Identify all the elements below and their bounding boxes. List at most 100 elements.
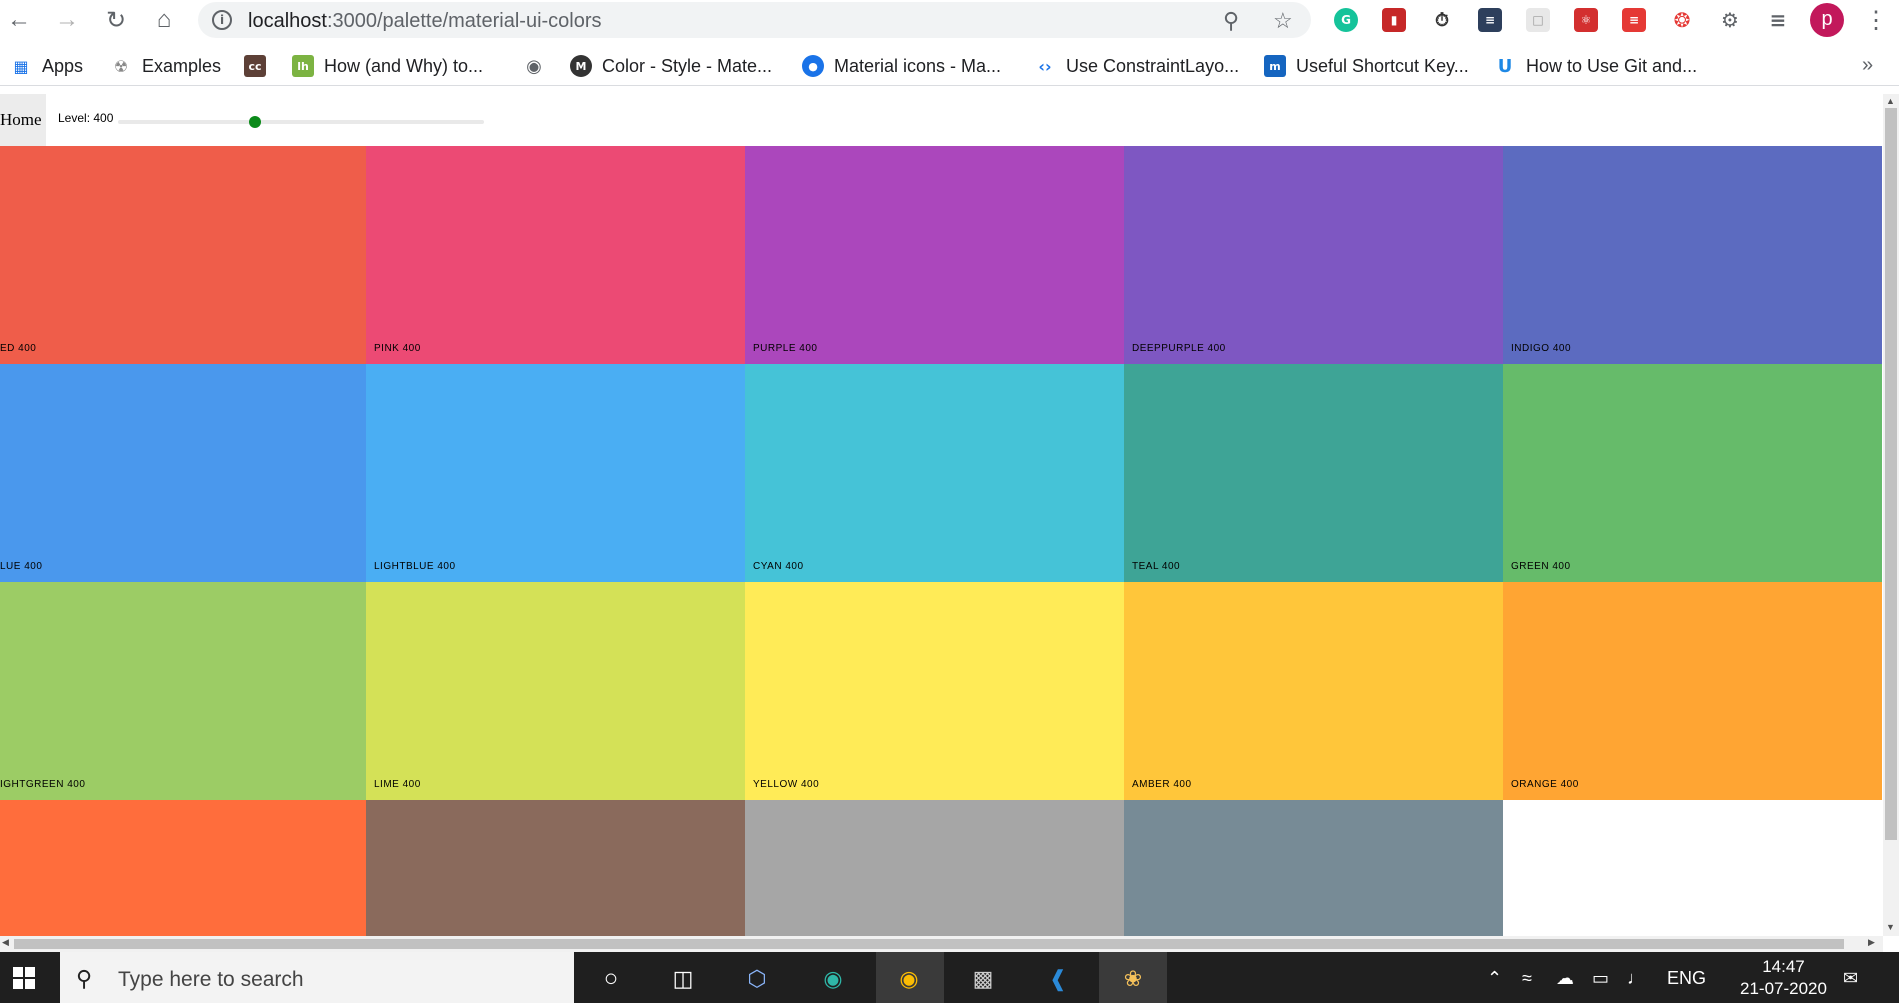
color-box-label: CYAN 400 xyxy=(753,561,804,572)
u-icon: U xyxy=(1497,55,1513,77)
color-box[interactable]: PINK 400 xyxy=(366,146,745,364)
forward-arrow-icon[interactable]: → xyxy=(52,5,82,35)
bookmark-color-style[interactable]: M Color - Style - Mate... xyxy=(570,54,772,78)
bookmark-apps[interactable]: ▦ Apps xyxy=(10,54,83,78)
scroll-right-icon[interactable]: ▶ xyxy=(1868,937,1875,948)
level-slider[interactable] xyxy=(118,116,484,128)
color-box-label: DEEPPURPLE 400 xyxy=(1132,343,1226,354)
color-box[interactable]: TEAL 400 xyxy=(1124,364,1503,582)
color-box[interactable]: INDIGO 400 xyxy=(1503,146,1882,364)
m-icon: m xyxy=(1264,55,1286,77)
notifications-icon[interactable]: ✉ xyxy=(1843,968,1858,989)
color-box[interactable]: LIME 400 xyxy=(366,582,745,800)
vertical-scrollbar[interactable]: ▲ ▼ xyxy=(1883,94,1899,936)
more-menu-icon[interactable]: ⋮ xyxy=(1864,6,1888,35)
bookmark-shortcut-keys[interactable]: m Useful Shortcut Key... xyxy=(1264,54,1469,78)
react-extension-icon[interactable]: ⚛ xyxy=(1574,8,1598,32)
vscode-icon[interactable]: ❰ xyxy=(1043,964,1073,994)
vertical-scroll-thumb[interactable] xyxy=(1885,108,1897,840)
color-box[interactable]: DEEPPURPLE 400 xyxy=(1124,146,1503,364)
clock-date: 21-07-2020 xyxy=(1740,979,1827,998)
color-box[interactable] xyxy=(745,800,1124,936)
clipboard-extension-icon[interactable]: □ xyxy=(1526,8,1550,32)
color-box-label: ORANGE 400 xyxy=(1511,779,1579,790)
bookmarks-bar: ▦ Apps ☢ Examples cc lh How (and Why) to… xyxy=(0,46,1899,86)
color-box-label: LUE 400 xyxy=(0,561,43,572)
windows-taskbar: ⚲ Type here to search ○ ◫ ⬡ ◉ ◉ ▩ ❰ ❀ ⌃ … xyxy=(0,952,1899,1003)
color-box[interactable]: AMBER 400 xyxy=(1124,582,1503,800)
color-box-label: LIME 400 xyxy=(374,779,421,790)
media-queue-icon[interactable]: ≡ xyxy=(1766,8,1790,32)
level-slider-handle[interactable] xyxy=(249,116,262,128)
battery-icon[interactable]: ▭ xyxy=(1592,968,1609,989)
color-box[interactable]: ED 400 xyxy=(0,146,366,364)
scroll-up-icon[interactable]: ▲ xyxy=(1886,96,1895,106)
bookmark-star-icon[interactable]: ☆ xyxy=(1273,8,1293,34)
bookmark-git[interactable]: U How to Use Git and... xyxy=(1494,54,1697,78)
bookmark-globe[interactable]: ◉ xyxy=(523,54,545,78)
bookmark-constraintlayout[interactable]: ‹› Use ConstraintLayo... xyxy=(1034,54,1239,78)
todoist-extension-icon[interactable]: ≡ xyxy=(1622,8,1646,32)
color-box[interactable]: ORANGE 400 xyxy=(1503,582,1882,800)
color-box-label: GREEN 400 xyxy=(1511,561,1571,572)
windows-start-icon[interactable] xyxy=(0,952,48,1003)
color-box[interactable]: LIGHTBLUE 400 xyxy=(366,364,745,582)
color-box[interactable]: LUE 400 xyxy=(0,364,366,582)
server-extension-icon[interactable]: ≡ xyxy=(1478,8,1502,32)
horizontal-scroll-thumb[interactable] xyxy=(14,939,1844,949)
zoom-icon[interactable]: ⚲ xyxy=(1223,8,1239,34)
bookmark-material-icons[interactable]: ● Material icons - Ma... xyxy=(802,54,1001,78)
color-box[interactable] xyxy=(366,800,745,936)
more-bookmarks-icon[interactable]: » xyxy=(1862,54,1873,77)
color-box[interactable]: PURPLE 400 xyxy=(745,146,1124,364)
paint-icon[interactable]: ❀ xyxy=(1118,964,1148,994)
chrome-icon[interactable]: ◉ xyxy=(894,964,924,994)
language-indicator[interactable]: ENG xyxy=(1667,968,1706,989)
swirl-extension-icon[interactable]: ❂ xyxy=(1670,8,1694,32)
book-extension-icon[interactable]: ▮ xyxy=(1382,8,1406,32)
bookmark-cc[interactable]: cc xyxy=(244,54,266,78)
taskbar-clock[interactable]: 14:47 21-07-2020 xyxy=(1740,956,1827,1000)
wifi-icon[interactable]: ≈ xyxy=(1522,968,1532,989)
scroll-left-icon[interactable]: ◀ xyxy=(2,937,9,948)
cortana-icon[interactable]: ○ xyxy=(596,964,626,994)
grammarly-extension-icon[interactable]: G xyxy=(1334,8,1358,32)
address-bar[interactable]: i localhost:3000/palette/material-ui-col… xyxy=(198,2,1311,38)
profile-avatar[interactable]: p xyxy=(1810,3,1844,37)
globe-icon: ◉ xyxy=(526,55,542,77)
taskbar-search-box[interactable]: ⚲ Type here to search xyxy=(60,952,574,1003)
material-icon: M xyxy=(570,55,592,77)
edge-browser-icon[interactable]: ◉ xyxy=(818,964,848,994)
timer-extension-icon[interactable]: ⏱ xyxy=(1430,8,1454,32)
3d-viewer-icon[interactable]: ⬡ xyxy=(742,964,772,994)
color-box[interactable]: IGHTGREEN 400 xyxy=(0,582,366,800)
browser-toolbar: ← → ↻ ⌂ i localhost:3000/palette/materia… xyxy=(0,0,1899,40)
color-box-label: YELLOW 400 xyxy=(753,779,820,790)
color-box[interactable]: GREEN 400 xyxy=(1503,364,1882,582)
color-box[interactable] xyxy=(0,800,366,936)
onedrive-icon[interactable]: ☁ xyxy=(1556,968,1574,989)
color-box-label: PINK 400 xyxy=(374,343,421,354)
home-link[interactable]: Home xyxy=(0,94,46,146)
tray-chevron-icon[interactable]: ⌃ xyxy=(1487,968,1502,989)
scroll-down-icon[interactable]: ▼ xyxy=(1886,922,1895,932)
color-box[interactable]: YELLOW 400 xyxy=(745,582,1124,800)
task-view-icon[interactable]: ◫ xyxy=(668,964,698,994)
examples-icon: ☢ xyxy=(113,56,129,76)
color-box[interactable]: CYAN 400 xyxy=(745,364,1124,582)
horizontal-scrollbar[interactable]: ◀ ▶ xyxy=(0,936,1883,952)
home-icon[interactable]: ⌂ xyxy=(149,5,179,35)
page-viewport: Home Level: 400 ED 400 PINK 400 PURPLE 400… xyxy=(0,94,1883,936)
volume-icon[interactable]: ♩ xyxy=(1627,968,1645,989)
site-info-icon[interactable]: i xyxy=(212,10,232,30)
bookmark-examples[interactable]: ☢ Examples xyxy=(110,54,221,78)
terminal-icon[interactable]: ▩ xyxy=(968,964,998,994)
url-text[interactable]: localhost:3000/palette/material-ui-color… xyxy=(248,10,602,33)
bookmark-how-and-why[interactable]: lh How (and Why) to... xyxy=(292,54,483,78)
color-box[interactable] xyxy=(1124,800,1503,936)
palette-navbar: Home Level: 400 xyxy=(0,94,1883,146)
color-box-label: TEAL 400 xyxy=(1132,561,1181,572)
puzzle-extensions-icon[interactable]: ⚙ xyxy=(1718,8,1742,32)
back-arrow-icon[interactable]: ← xyxy=(4,5,34,35)
reload-icon[interactable]: ↻ xyxy=(101,5,131,35)
